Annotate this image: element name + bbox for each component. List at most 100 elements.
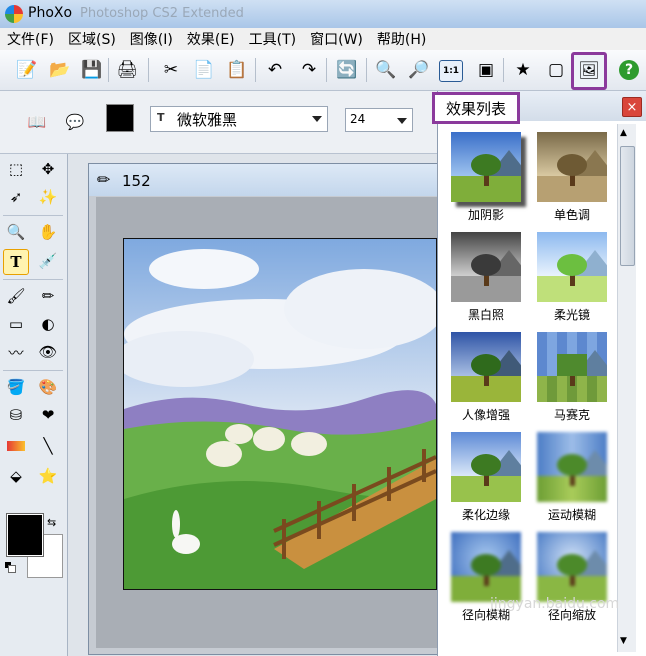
app-title: PhoXo <box>28 5 73 21</box>
effect-thumbnail <box>537 132 607 202</box>
pencil-doc-icon: ✏ <box>97 170 111 189</box>
effect-label: 人像增强 <box>461 408 510 422</box>
book-icon[interactable]: 📖 <box>25 110 49 134</box>
effect-item-soft-edge[interactable]: 柔化边缘 <box>438 427 524 525</box>
document-title-bar[interactable]: ✏ 152 <box>89 164 449 196</box>
scanner-icon[interactable]: 🖨 <box>114 57 140 83</box>
font-size-select[interactable]: 24 <box>345 108 413 132</box>
magic-wand-icon[interactable]: ✨ <box>36 185 60 209</box>
paste-icon[interactable]: 📋 <box>224 57 250 83</box>
color-balls-icon[interactable]: 🎨 <box>36 375 60 399</box>
truetype-font-icon: T <box>157 111 165 124</box>
new-file-icon[interactable]: 📝 <box>14 57 40 83</box>
effect-item-portrait[interactable]: 人像增强 <box>438 327 524 425</box>
image-canvas[interactable] <box>123 238 437 590</box>
zoom-tool-icon[interactable]: 🔍 <box>4 220 28 244</box>
menu-window[interactable]: 窗口(W) <box>303 29 370 49</box>
effect-thumbnail <box>451 432 521 502</box>
effect-item-sepia[interactable]: 单色调 <box>524 127 610 225</box>
frame-icon[interactable]: ▢ <box>543 57 569 83</box>
effect-thumbnail <box>451 232 521 302</box>
speech-bubble-icon[interactable]: 💬 <box>63 110 87 134</box>
actual-size-label: 1:1 <box>442 66 460 76</box>
smudge-icon[interactable]: 〰 <box>4 340 28 364</box>
effect-thumbnail <box>537 432 607 502</box>
scroll-thumb[interactable] <box>620 146 635 266</box>
zoom-in-icon[interactable]: 🔍 <box>373 57 399 83</box>
red-eye-icon[interactable]: 👁 <box>36 340 60 364</box>
contrast-icon[interactable]: ◐ <box>36 312 60 336</box>
scroll-down-icon[interactable]: ▼ <box>620 636 627 646</box>
refresh-icon[interactable]: 🔄 <box>334 57 360 83</box>
eyedropper-icon[interactable]: 💉 <box>36 249 60 273</box>
copy-icon[interactable]: 📄 <box>191 57 217 83</box>
fill-bucket-icon[interactable]: 🪣 <box>4 375 28 399</box>
effects-panel-title: 效果列表 <box>432 92 520 124</box>
gradient-icon[interactable] <box>4 434 28 458</box>
move-icon[interactable]: ✥ <box>36 157 60 181</box>
effect-thumbnail <box>537 232 607 302</box>
effect-item-mosaic[interactable]: 马赛克 <box>524 327 610 425</box>
fit-window-icon[interactable]: ▣ <box>473 57 499 83</box>
watercolor-painting <box>124 239 436 589</box>
menu-effects[interactable]: 效果(E) <box>180 29 242 49</box>
zoom-out-icon[interactable]: 🔎 <box>406 57 432 83</box>
menu-image[interactable]: 图像(I) <box>123 29 180 49</box>
font-name: 微软雅黑 <box>177 111 238 129</box>
line-icon[interactable]: ╲ <box>36 434 60 458</box>
effect-thumbnail <box>537 532 607 602</box>
effect-label: 运动模糊 <box>547 508 596 522</box>
lasso-icon[interactable]: ➶ <box>4 185 28 209</box>
app-logo-icon <box>5 5 23 23</box>
font-select[interactable]: T 微软雅黑 <box>150 106 328 132</box>
eraser-icon[interactable]: ▭ <box>4 312 28 336</box>
brush-icon[interactable]: 🖌 <box>4 284 28 308</box>
star-shape-icon[interactable]: ⭐ <box>36 464 60 488</box>
help-icon[interactable]: ? <box>616 57 642 83</box>
save-icon[interactable]: 💾 <box>79 57 105 83</box>
menu-region[interactable]: 区域(S) <box>61 29 123 49</box>
pencil-icon[interactable]: ✏ <box>36 284 60 308</box>
effects-list-button[interactable]: 🖼 <box>571 52 607 90</box>
effect-label: 单色调 <box>553 208 590 222</box>
hand-icon[interactable]: ✋ <box>36 220 60 244</box>
cut-icon[interactable]: ✂ <box>158 57 184 83</box>
effect-thumbnail <box>451 332 521 402</box>
scroll-up-icon[interactable]: ▲ <box>620 128 627 138</box>
effect-thumbnail <box>537 332 607 402</box>
document-title: 152 <box>122 172 151 190</box>
menu-file[interactable]: 文件(F) <box>0 29 61 49</box>
stamp-icon[interactable]: ⛁ <box>4 403 28 427</box>
effect-item-soft[interactable]: 柔光镜 <box>524 227 610 325</box>
open-folder-icon[interactable]: 📂 <box>47 57 73 83</box>
text-tool-icon[interactable]: T <box>3 249 29 275</box>
watermark: jingyan.baidu.com <box>490 596 620 612</box>
reset-colors-icon[interactable] <box>5 562 16 573</box>
star-icon[interactable]: ★ <box>510 57 536 83</box>
redo-icon[interactable]: ↷ <box>296 57 322 83</box>
text-color-swatch[interactable] <box>106 104 134 132</box>
shape-icon[interactable]: ⬙ <box>4 464 28 488</box>
main-toolbar: 📝 📂 💾 🖨 ✂ 📄 📋 ↶ ↷ 🔄 🔍 🔎 1:1 ▣ ★ ▢ 🖼 ? <box>0 50 646 91</box>
undo-icon[interactable]: ↶ <box>262 57 288 83</box>
close-icon[interactable]: × <box>622 97 642 117</box>
menu-tools[interactable]: 工具(T) <box>242 29 303 49</box>
effect-item-shadow[interactable]: 加阴影 <box>438 127 524 225</box>
effects-panel-header: 效果列表 × <box>432 91 646 124</box>
effect-item-motion[interactable]: 运动模糊 <box>524 427 610 525</box>
foreground-color-swatch[interactable] <box>6 513 44 557</box>
actual-size-icon[interactable]: 1:1 <box>439 60 463 82</box>
heart-scissors-icon[interactable]: ❤ <box>36 403 60 427</box>
effect-thumbnail <box>451 132 521 202</box>
chevron-down-icon <box>312 116 322 122</box>
menu-help[interactable]: 帮助(H) <box>370 29 433 49</box>
effects-grid: 加阴影 单色调 黑白照 柔光镜 人像增强 马赛克 柔化边缘 运动模糊 径向模糊 径向缩放 <box>438 127 623 656</box>
rect-select-icon[interactable]: ⬚ <box>4 157 28 181</box>
app-subtitle: Photoshop CS2 Extended <box>80 6 244 21</box>
swap-colors-icon[interactable]: ⇆ <box>47 516 56 529</box>
effect-label: 黑白照 <box>467 308 504 322</box>
effect-label: 柔化边缘 <box>461 508 510 522</box>
effect-item-bw[interactable]: 黑白照 <box>438 227 524 325</box>
title-bar: PhoXo Photoshop CS2 Extended <box>0 0 646 28</box>
chevron-down-icon <box>397 118 407 124</box>
